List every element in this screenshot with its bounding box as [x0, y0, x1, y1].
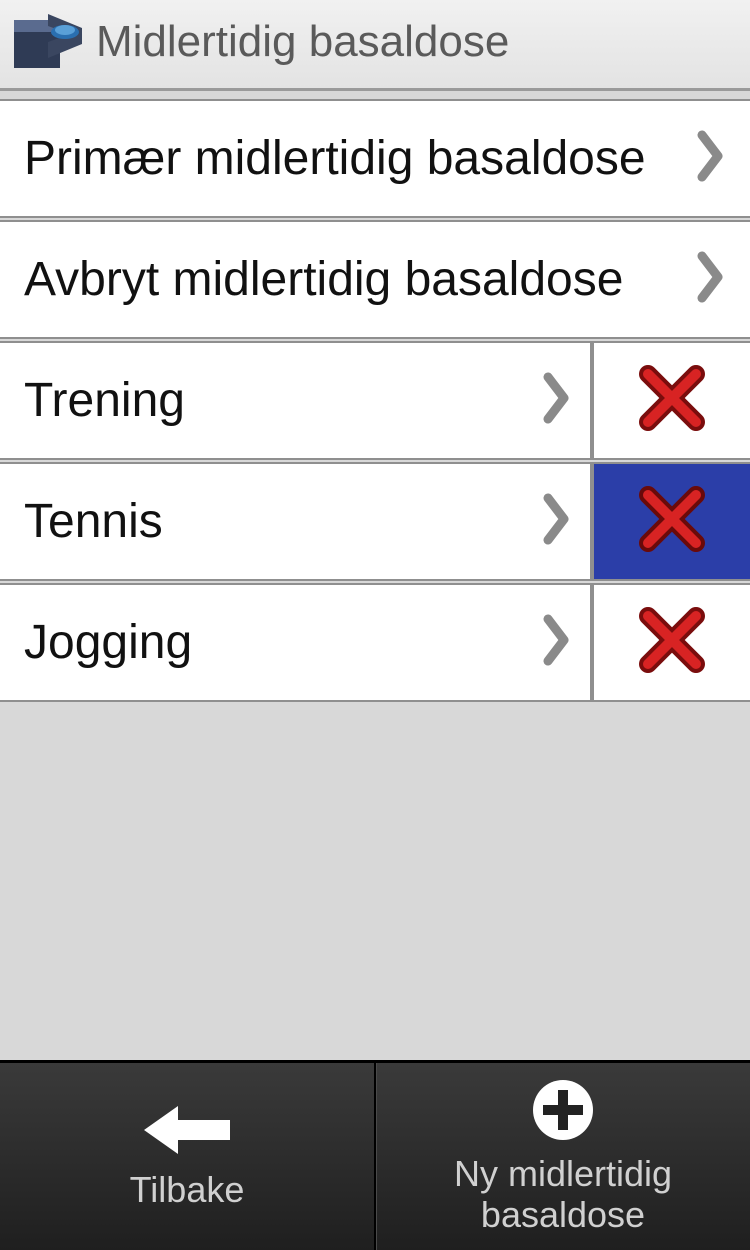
profile-row: Tennis: [0, 462, 750, 581]
menu-list: Primær midlertidig basaldose Avbryt midl…: [0, 91, 750, 1060]
profile-delete-button[interactable]: [590, 585, 750, 700]
close-icon: [636, 604, 708, 681]
screen: Midlertidig basaldose Primær midlertidig…: [0, 0, 750, 1250]
header: Midlertidig basaldose: [0, 0, 750, 91]
menu-item-cancel[interactable]: Avbryt midlertidig basaldose: [0, 220, 750, 339]
footer-toolbar: Tilbake Ny midlertidigbasaldose: [0, 1060, 750, 1250]
profile-label: Tennis: [24, 494, 163, 549]
menu-item-label: Primær midlertidig basaldose: [24, 131, 646, 186]
app-icon: [8, 6, 88, 78]
close-icon: [636, 362, 708, 439]
arrow-left-icon: [144, 1102, 230, 1163]
new-button[interactable]: Ny midlertidigbasaldose: [374, 1063, 750, 1250]
spacer: [0, 702, 750, 1060]
profile-label: Jogging: [24, 615, 192, 670]
profile-open-button[interactable]: Jogging: [0, 585, 590, 700]
menu-item-label: Avbryt midlertidig basaldose: [24, 252, 623, 307]
back-button-label: Tilbake: [130, 1169, 245, 1210]
chevron-right-icon: [696, 250, 726, 309]
profile-delete-button[interactable]: [590, 343, 750, 458]
profile-row: Jogging: [0, 583, 750, 702]
profile-open-button[interactable]: Trening: [0, 343, 590, 458]
back-button[interactable]: Tilbake: [0, 1063, 374, 1250]
plus-circle-icon: [531, 1078, 595, 1147]
profile-delete-button[interactable]: [590, 464, 750, 579]
menu-item-primary[interactable]: Primær midlertidig basaldose: [0, 99, 750, 218]
chevron-right-icon: [696, 129, 726, 188]
chevron-right-icon: [542, 371, 572, 430]
profile-row: Trening: [0, 341, 750, 460]
profile-open-button[interactable]: Tennis: [0, 464, 590, 579]
close-icon: [636, 483, 708, 560]
chevron-right-icon: [542, 613, 572, 672]
page-title: Midlertidig basaldose: [96, 17, 509, 67]
chevron-right-icon: [542, 492, 572, 551]
profile-label: Trening: [24, 373, 185, 428]
new-button-label: Ny midlertidigbasaldose: [454, 1153, 672, 1236]
